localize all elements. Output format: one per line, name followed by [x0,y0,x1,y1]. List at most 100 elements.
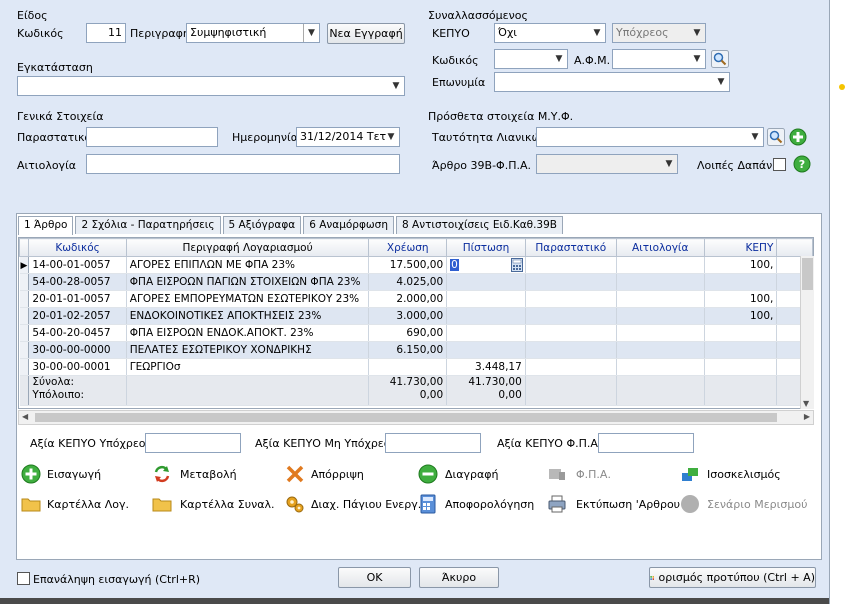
row-kepy: 100, [704,290,778,308]
folder-icon[interactable] [152,494,172,514]
tab-securities[interactable]: 5 Αξιόγραφα [222,216,302,234]
kepyo-obliged-input[interactable] [145,433,241,453]
chevron-down-icon[interactable]: ▼ [388,77,404,95]
installation-combo[interactable]: ▼ [17,76,405,96]
help-icon[interactable]: ? [792,154,812,174]
repeat-insert-checkbox[interactable] [17,572,30,585]
chevron-down-icon[interactable]: ▼ [689,50,705,68]
cancel-button[interactable]: Άκυρο [419,567,499,588]
col-header-kepy[interactable]: ΚΕΠΥ [703,238,778,257]
cp-code-combo[interactable]: ▼ [494,49,568,69]
row-desc: ΦΠΑ ΕΙΣΡΟΩΝ ΕΝΔΟΚ.ΑΠΟΚΤ. 23% [126,324,370,342]
tab-adjustment[interactable]: 6 Αναμόρφωση [303,216,394,234]
table-row[interactable]: 30-00-00-0000 ΠΕΛΑΤΕΣ ΕΣΩΤΕΡΙΚΟΥ ΧΟΝΔΡΙΚ… [19,341,813,359]
date-label: Ημερομηνία [232,131,299,144]
date-picker[interactable]: 31/12/2014 Τετ ▼ [296,127,400,147]
table-row[interactable]: 54-00-20-0457 ΦΠΑ ΕΙΣΡΟΩΝ ΕΝΔΟΚ.ΑΠΟΚΤ. 2… [19,324,813,342]
kepyo-combo[interactable]: Όχι ▼ [494,23,606,43]
search-icon[interactable] [710,49,730,69]
kepyo-nonobliged-label: Αξία ΚΕΠΥΟ Μη Υπόχρεου [255,437,397,450]
col-header-document[interactable]: Παραστατικό [524,238,617,257]
row-code: 30-00-00-0001 [28,358,127,376]
gears-icon[interactable] [285,494,305,514]
vat-button: Φ.Π.Α. [576,468,611,481]
refresh-icon[interactable] [152,464,172,484]
scroll-thumb[interactable] [802,258,813,290]
repeat-insert-label: Επανάληψη εισαγωγή (Ctrl+R) [33,573,201,586]
row-debit [368,358,448,376]
modify-button[interactable]: Μεταβολή [180,468,237,481]
insert-button[interactable]: Εισαγωγή [47,468,101,481]
col-header-reason[interactable]: Αιτιολογία [615,238,705,257]
document-input[interactable] [86,127,218,147]
ok-button[interactable]: ΟΚ [338,567,411,588]
reject-icon[interactable] [285,464,305,484]
code-input[interactable]: 11 [86,23,126,43]
chevron-down-icon[interactable]: ▼ [747,128,763,146]
table-row[interactable]: 30-00-00-0001 ΓΕΩΡΓΙΟσ 3.448,17 [19,358,813,376]
scroll-right-icon[interactable]: ▶ [804,412,810,421]
print-icon[interactable] [547,494,567,514]
scroll-thumb[interactable] [35,413,777,422]
row-indicator-icon: ▶ [19,256,30,274]
row-indicator [19,324,30,342]
scroll-down-icon[interactable]: ▼ [803,399,809,408]
row-credit-edit[interactable]: 0 [446,256,526,274]
kepyo-nonobliged-input[interactable] [385,433,481,453]
search-icon[interactable] [766,127,786,147]
code-label: Κωδικός [17,27,64,40]
chevron-down-icon[interactable]: ▼ [383,128,399,146]
row-code: 54-00-20-0457 [28,324,127,342]
grid-vertical-scrollbar[interactable]: ▼ [800,256,814,409]
afm-combo[interactable]: ▼ [612,49,706,69]
folder-icon[interactable] [21,494,41,514]
table-row[interactable]: 54-00-28-0057 ΦΠΑ ΕΙΣΡΟΩΝ ΠΑΓΙΩΝ ΣΤΟΙΧΕΙ… [19,273,813,291]
reason-input[interactable] [86,154,400,174]
chevron-down-icon[interactable]: ▼ [661,155,677,173]
delete-button[interactable]: Διαγραφή [445,468,498,481]
row-credit[interactable]: 0 [450,259,459,271]
account-card-button[interactable]: Καρτέλλα Λογ. [47,498,129,511]
name-combo[interactable]: ▼ [494,72,730,92]
row-indicator [19,273,30,291]
delete-icon[interactable] [418,464,438,484]
description-combo[interactable]: Συμψηφιστική ▼ [186,23,320,43]
chevron-down-icon[interactable]: ▼ [713,73,729,91]
col-header-description[interactable]: Περιγραφή Λογαριασμού [125,238,370,257]
depreciation-button[interactable]: Αποφορολόγηση [445,498,534,511]
table-row[interactable]: 20-01-01-0057 ΑΓΟΡΕΣ ΕΜΠΟΡΕΥΜΑΤΩΝ ΕΣΩΤΕΡ… [19,290,813,308]
chevron-down-icon[interactable]: ▼ [551,50,567,68]
print-article-button[interactable]: Εκτύπωση 'Αρθρου [576,498,680,511]
article-combo[interactable]: ▼ [536,154,678,174]
scroll-left-icon[interactable]: ◀ [22,412,28,421]
reject-button[interactable]: Απόρριψη [311,468,364,481]
tab-comments[interactable]: 2 Σχόλια - Παρατηρήσεις [75,216,221,234]
row-kepy: 100, [704,307,778,325]
template-button[interactable]: ορισμός προτύπου (Ctrl + A) [649,567,816,588]
kepyo-vat-input[interactable] [598,433,694,453]
table-row[interactable]: ▶ 14-00-01-0057 ΑΓΟΡΕΣ ΕΠΙΠΛΩΝ ΜΕ ΦΠΑ 23… [19,256,813,274]
col-header-code[interactable]: Κωδικός [28,238,127,257]
other-expenses-checkbox[interactable] [773,158,786,171]
table-row[interactable]: 20-01-02-2057 ΕΝΔΟΚΟΙΝΟΤΙΚΕΣ ΑΠΟΚΤΗΣΕΙΣ … [19,307,813,325]
calculator-icon[interactable] [510,258,523,273]
transaction-card-button[interactable]: Καρτέλλα Συναλ. [180,498,275,511]
asset-management-button[interactable]: Διαχ. Πάγιου Ενεργ. [311,498,421,511]
tab-mappings[interactable]: 8 Αντιστοιχίσεις Ειδ.Καθ.39Β [396,216,563,234]
col-header-credit[interactable]: Πίστωση [446,238,526,257]
add-icon[interactable] [21,464,41,484]
col-header-debit[interactable]: Χρέωση [368,238,448,257]
chevron-down-icon[interactable]: ▼ [589,24,605,42]
add-icon[interactable] [788,127,808,147]
tab-article[interactable]: 1 Άρθρο [18,216,74,235]
balance-icon[interactable] [680,464,700,484]
totals-debit-cell: 41.730,00 0,00 [368,375,448,406]
new-record-button[interactable]: Νεα Εγγραφή [327,23,405,44]
row-credit [446,341,526,359]
retail-id-combo[interactable]: ▼ [536,127,764,147]
chevron-down-icon[interactable]: ▼ [303,24,319,42]
article-grid[interactable]: Κωδικός Περιγραφή Λογαριασμού Χρέωση Πίσ… [18,237,814,409]
balance-button[interactable]: Ισοσκελισμός [707,468,781,481]
calculator-icon[interactable] [418,494,438,514]
grid-horizontal-scrollbar[interactable]: ◀ ▶ [18,410,814,425]
